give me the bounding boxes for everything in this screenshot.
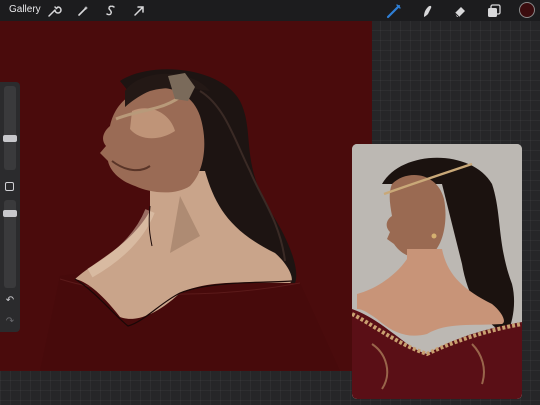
reference-photo (352, 144, 522, 399)
color-picker-button[interactable] (519, 2, 535, 18)
layers-icon[interactable] (486, 3, 502, 19)
drawing-canvas[interactable] (0, 21, 372, 371)
wrench-icon[interactable] (46, 3, 62, 19)
eraser-icon[interactable] (452, 3, 468, 19)
selection-s-icon[interactable] (103, 3, 119, 19)
redo-icon[interactable]: ↷ (3, 316, 17, 328)
top-toolbar: Gallery (0, 0, 540, 21)
magic-wand-icon[interactable] (75, 3, 91, 19)
brush-icon[interactable] (386, 3, 402, 19)
reference-image-window[interactable] (352, 144, 522, 399)
brush-sidebar: ↶ ↷ (0, 82, 20, 332)
undo-icon[interactable]: ↶ (3, 295, 17, 307)
brush-size-slider-thumb[interactable] (3, 135, 17, 143)
brush-size-slider[interactable] (4, 86, 16, 170)
opacity-slider-thumb[interactable] (3, 209, 17, 217)
portrait-artwork (0, 21, 372, 371)
transform-arrow-icon[interactable] (131, 3, 147, 19)
smudge-icon[interactable] (419, 3, 435, 19)
square-icon[interactable] (5, 182, 14, 191)
gallery-button[interactable]: Gallery (9, 4, 41, 15)
